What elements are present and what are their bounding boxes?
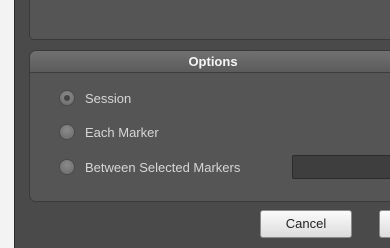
markers-text-field[interactable] xyxy=(292,155,390,179)
radio-label-session: Session xyxy=(85,90,132,106)
ok-button[interactable] xyxy=(379,210,390,238)
radio-label-between-selected-markers: Between Selected Markers xyxy=(85,159,241,175)
radio-session[interactable]: Session xyxy=(59,88,131,108)
cancel-button[interactable]: Cancel xyxy=(260,210,352,238)
top-panel xyxy=(29,0,390,40)
options-group: Options Session Each Marker Between Sele… xyxy=(29,50,390,202)
radio-each-marker[interactable]: Each Marker xyxy=(59,122,159,142)
dialog-window: Options Session Each Marker Between Sele… xyxy=(14,0,390,248)
radio-between-selected-markers[interactable]: Between Selected Markers xyxy=(59,157,240,177)
options-header: Options xyxy=(30,51,390,73)
radio-label-each-marker: Each Marker xyxy=(85,124,159,140)
radio-button-between-selected-markers[interactable] xyxy=(59,159,75,175)
radio-button-each-marker[interactable] xyxy=(59,124,75,140)
radio-button-session[interactable] xyxy=(59,90,75,106)
